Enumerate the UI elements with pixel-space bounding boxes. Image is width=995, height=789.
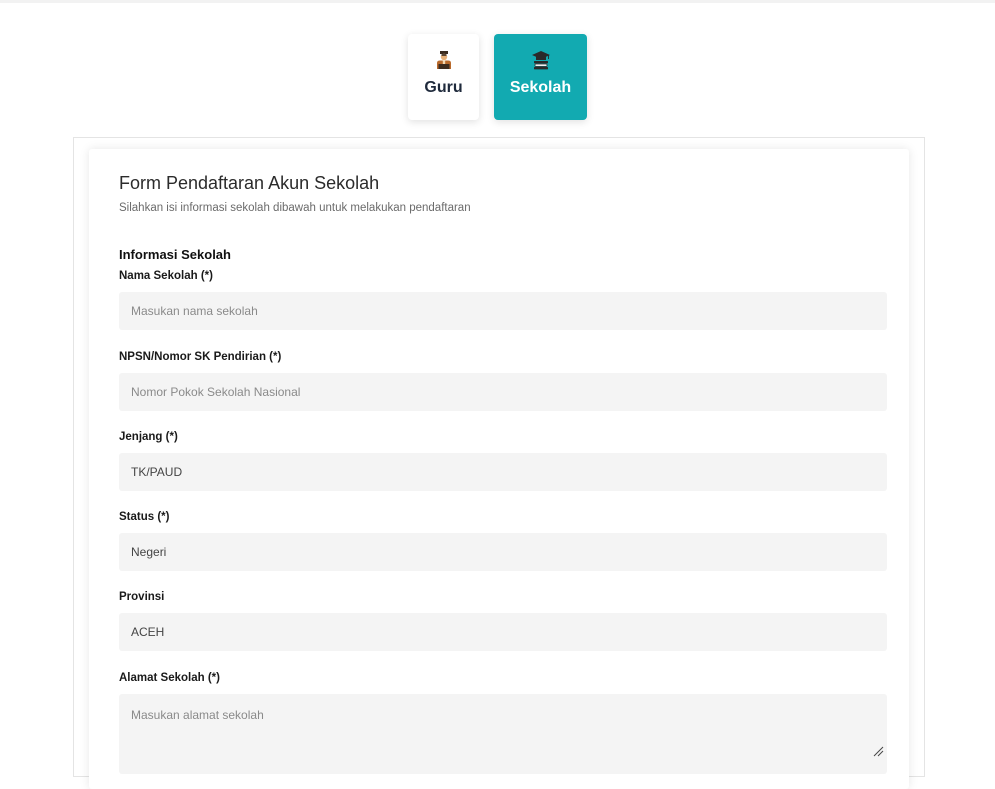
jenjang-selected-value: TK/PAUD bbox=[131, 465, 183, 479]
provinsi-select[interactable]: ACEH bbox=[119, 613, 887, 651]
tab-sekolah-label: Sekolah bbox=[509, 79, 572, 96]
jenjang-label: Jenjang (*) bbox=[119, 431, 178, 443]
registration-type-tabs: Guru Sekolah bbox=[0, 34, 995, 120]
provinsi-selected-value: ACEH bbox=[131, 625, 165, 639]
section-title: Informasi Sekolah bbox=[119, 247, 231, 262]
provinsi-label: Provinsi bbox=[119, 591, 165, 603]
tab-guru[interactable]: Guru bbox=[408, 34, 479, 120]
npsn-label: NPSN/Nomor SK Pendirian (*) bbox=[119, 351, 282, 363]
resize-handle-icon[interactable] bbox=[872, 745, 884, 757]
form-title: Form Pendaftaran Akun Sekolah bbox=[119, 173, 380, 193]
npsn-input[interactable] bbox=[119, 373, 887, 411]
status-select[interactable]: Negeri bbox=[119, 533, 887, 571]
teacher-icon bbox=[436, 51, 451, 69]
jenjang-select[interactable]: TK/PAUD bbox=[119, 453, 887, 491]
nama-sekolah-label: Nama Sekolah (*) bbox=[119, 270, 213, 282]
tab-sekolah[interactable]: Sekolah bbox=[494, 34, 587, 120]
nama-sekolah-input[interactable] bbox=[119, 292, 887, 330]
form-subtitle: Silahkan isi informasi sekolah dibawah u… bbox=[119, 202, 471, 214]
registration-form-card: Form Pendaftaran Akun Sekolah Silahkan i… bbox=[89, 149, 909, 789]
tab-guru-label: Guru bbox=[424, 79, 463, 96]
top-divider bbox=[0, 0, 995, 3]
status-selected-value: Negeri bbox=[131, 545, 167, 559]
status-label: Status (*) bbox=[119, 511, 170, 523]
alamat-label: Alamat Sekolah (*) bbox=[119, 672, 220, 684]
school-icon bbox=[531, 51, 550, 70]
alamat-textarea[interactable] bbox=[119, 694, 887, 774]
